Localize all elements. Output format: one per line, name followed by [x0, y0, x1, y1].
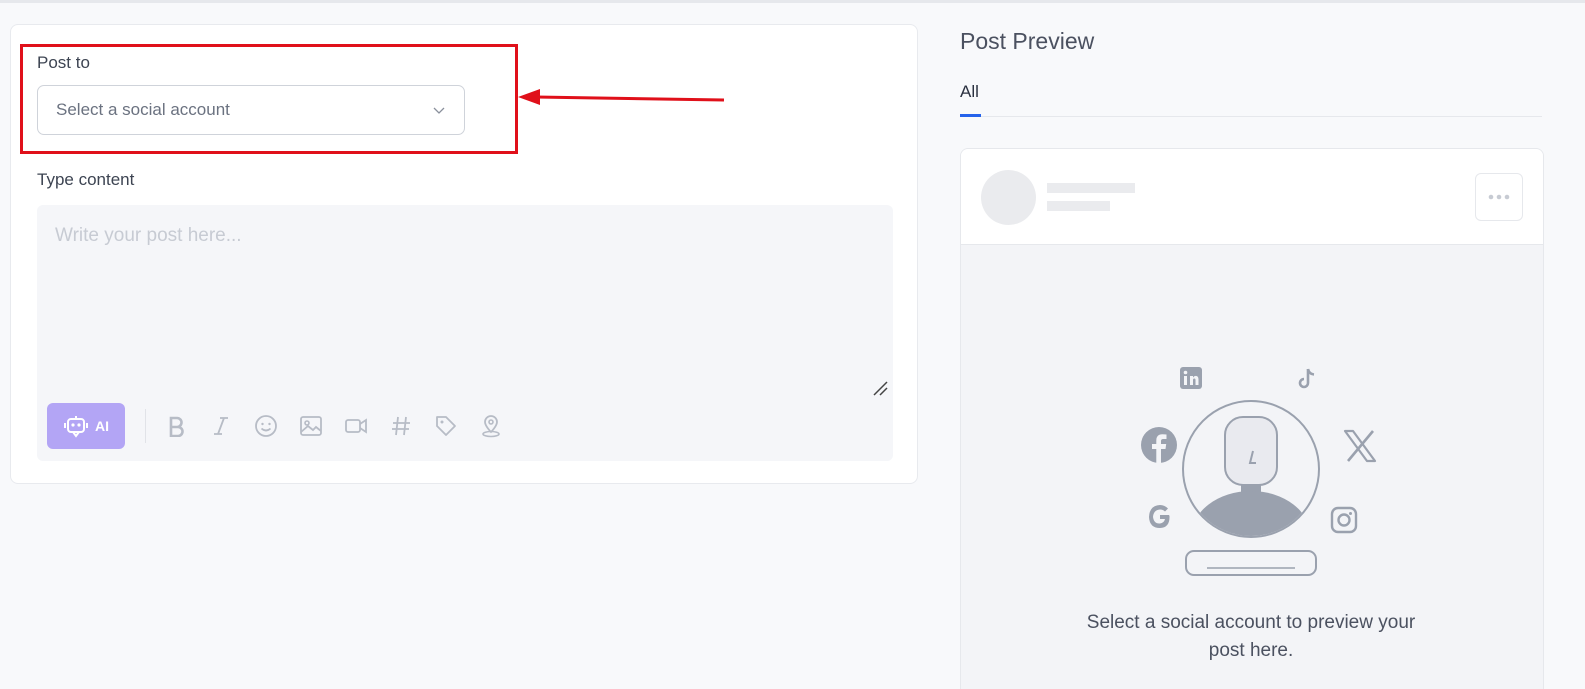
hashtag-icon[interactable]	[389, 414, 413, 438]
name-placeholder	[1047, 183, 1135, 193]
bold-icon[interactable]	[164, 414, 188, 438]
image-icon[interactable]	[299, 414, 323, 438]
ellipsis-icon	[1488, 194, 1510, 200]
preview-empty-message: Select a social account to preview your …	[1086, 612, 1416, 661]
editor-toolbar: AI	[47, 403, 524, 449]
post-content-placeholder: Write your post here...	[55, 225, 242, 246]
toolbar-divider	[145, 409, 146, 443]
tag-icon[interactable]	[434, 414, 458, 438]
social-accounts-illustration	[1141, 367, 1377, 576]
facebook-icon	[1141, 427, 1177, 463]
active-tab-indicator	[960, 114, 981, 117]
ai-assistant-button[interactable]: AI	[47, 403, 125, 449]
preview-card-header	[961, 149, 1543, 245]
post-content-editor[interactable]: Write your post here... AI	[37, 205, 893, 461]
google-icon	[1149, 505, 1170, 528]
emoji-icon[interactable]	[254, 414, 278, 438]
ai-button-label: AI	[95, 418, 109, 434]
linkedin-icon	[1180, 367, 1202, 389]
annotation-highlight-box	[20, 44, 518, 154]
tiktok-icon	[1298, 368, 1315, 389]
x-icon	[1343, 429, 1377, 463]
more-options-button[interactable]	[1475, 173, 1523, 221]
robot-icon	[64, 416, 88, 438]
location-icon[interactable]	[479, 414, 503, 438]
resize-handle-icon[interactable]	[871, 379, 889, 397]
instagram-icon	[1330, 506, 1358, 534]
tab-all[interactable]: All	[960, 82, 979, 102]
handle-placeholder	[1047, 201, 1110, 211]
tab-bar-divider	[960, 116, 1542, 117]
italic-icon[interactable]	[209, 414, 233, 438]
avatar-placeholder	[981, 170, 1036, 225]
top-border	[0, 0, 1585, 3]
post-preview-card: Select a social account to preview your …	[960, 148, 1544, 689]
type-content-label: Type content	[37, 170, 135, 189]
annotation-arrow-icon	[518, 89, 725, 105]
post-preview-title: Post Preview	[960, 28, 1095, 54]
video-icon[interactable]	[344, 414, 368, 438]
